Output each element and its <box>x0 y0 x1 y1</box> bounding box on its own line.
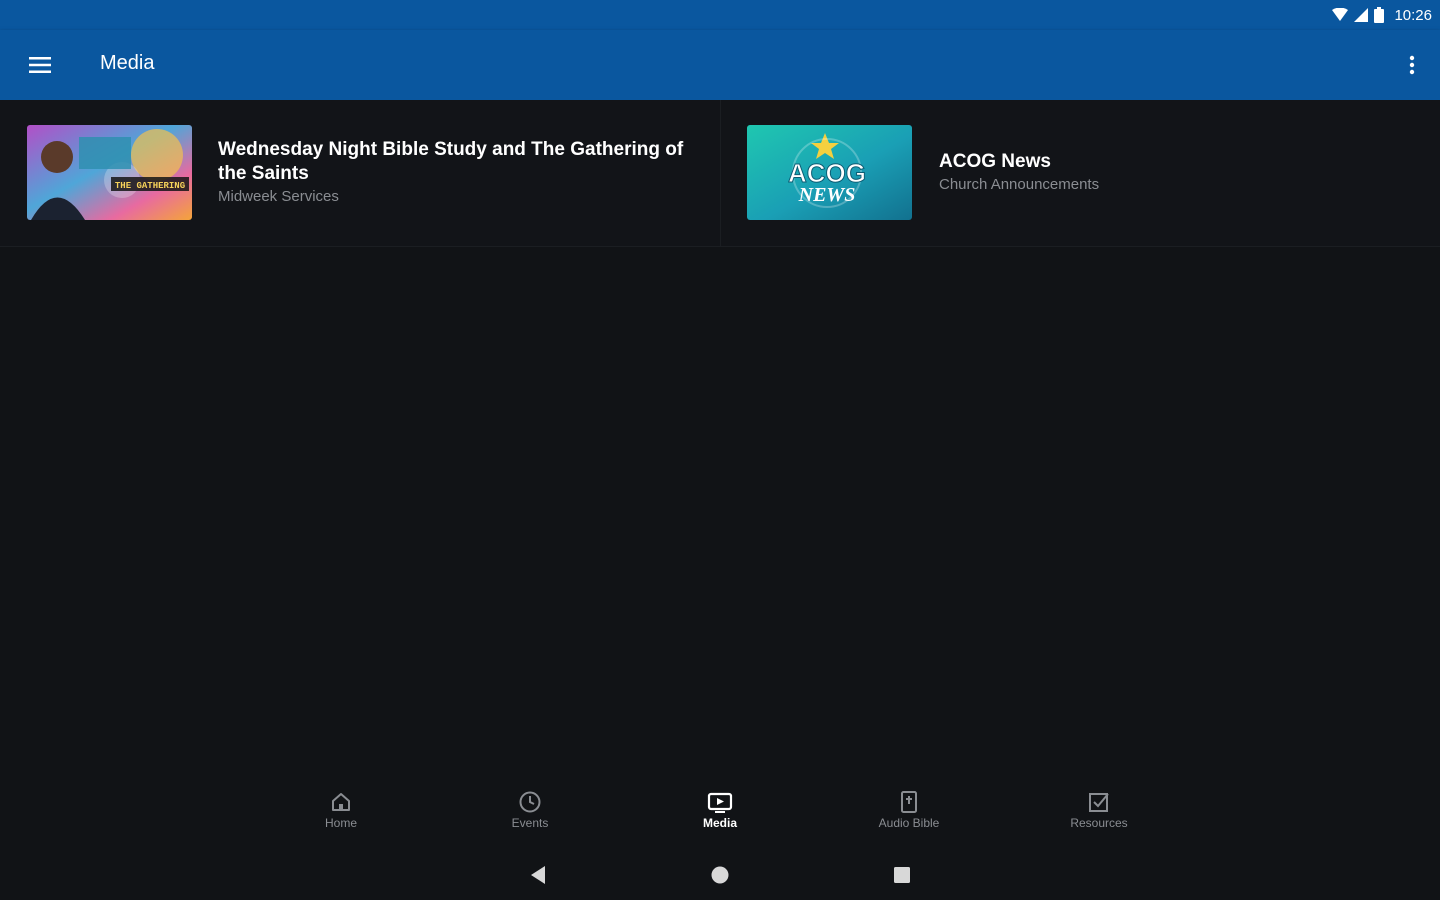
media-item-title: ACOG News <box>939 151 1051 172</box>
tv-icon <box>707 792 733 813</box>
checkbox-icon <box>1089 793 1109 812</box>
wifi-icon <box>1332 8 1349 21</box>
signal-icon <box>1354 8 1369 22</box>
nav-label: Audio Bible <box>878 816 940 830</box>
nav-item-home[interactable]: Home <box>281 790 401 840</box>
battery-icon <box>1374 7 1385 23</box>
nav-item-events[interactable]: Events <box>470 790 590 840</box>
media-item-text: ACOG News Church Announcements <box>939 150 1419 193</box>
back-triangle-icon <box>531 866 545 884</box>
nav-label: Events <box>511 816 549 830</box>
home-circle-icon <box>711 866 729 884</box>
media-item-acog-news[interactable]: ACOG NEWS ACOG News Church Announcements <box>720 100 1440 247</box>
nav-label: Resources <box>1070 816 1128 830</box>
menu-button[interactable] <box>20 47 60 83</box>
page-title: Media <box>100 52 155 74</box>
nav-item-audio-bible[interactable]: Audio Bible <box>849 790 969 840</box>
clock-icon <box>519 791 541 813</box>
media-item-title: Wednesday Night Bible Study and The Gath… <box>218 139 684 184</box>
home-button[interactable] <box>705 862 735 888</box>
media-thumbnail: ACOG NEWS <box>747 125 912 220</box>
media-grid: THE GATHERING Wednesday Night Bible Stud… <box>0 100 1440 247</box>
home-icon <box>332 793 350 811</box>
status-time: 10:26 <box>1394 6 1432 24</box>
nav-label: Home <box>324 816 357 830</box>
bottom-navigation: Home Events Media Audio Bible Resources <box>0 780 1440 840</box>
app-bar: Media <box>0 30 1440 100</box>
overflow-menu-button[interactable] <box>1400 47 1424 83</box>
media-thumbnail: THE GATHERING <box>27 125 192 220</box>
media-item-bible-study[interactable]: THE GATHERING Wednesday Night Bible Stud… <box>0 100 720 247</box>
nav-item-media[interactable]: Media <box>660 790 780 840</box>
system-navigation-bar <box>0 850 1440 900</box>
media-item-subtitle: Church Announcements <box>939 176 1100 193</box>
media-item-text: Wednesday Night Bible Study and The Gath… <box>218 138 698 205</box>
hamburger-menu-icon <box>29 57 51 73</box>
recents-square-icon <box>894 867 910 883</box>
recents-button[interactable] <box>887 862 917 888</box>
status-icons: 10:26 <box>1332 5 1432 25</box>
thumbnail-caption: THE GATHERING <box>115 181 185 191</box>
status-bar: 10:26 <box>0 0 1440 30</box>
back-button[interactable] <box>523 862 553 888</box>
bible-icon <box>901 791 917 813</box>
more-vertical-icon <box>1409 55 1415 75</box>
nav-label: Media <box>702 816 737 830</box>
nav-item-resources[interactable]: Resources <box>1039 790 1159 840</box>
media-item-subtitle: Midweek Services <box>218 188 339 205</box>
thumbnail-caption-2: NEWS <box>798 184 856 206</box>
